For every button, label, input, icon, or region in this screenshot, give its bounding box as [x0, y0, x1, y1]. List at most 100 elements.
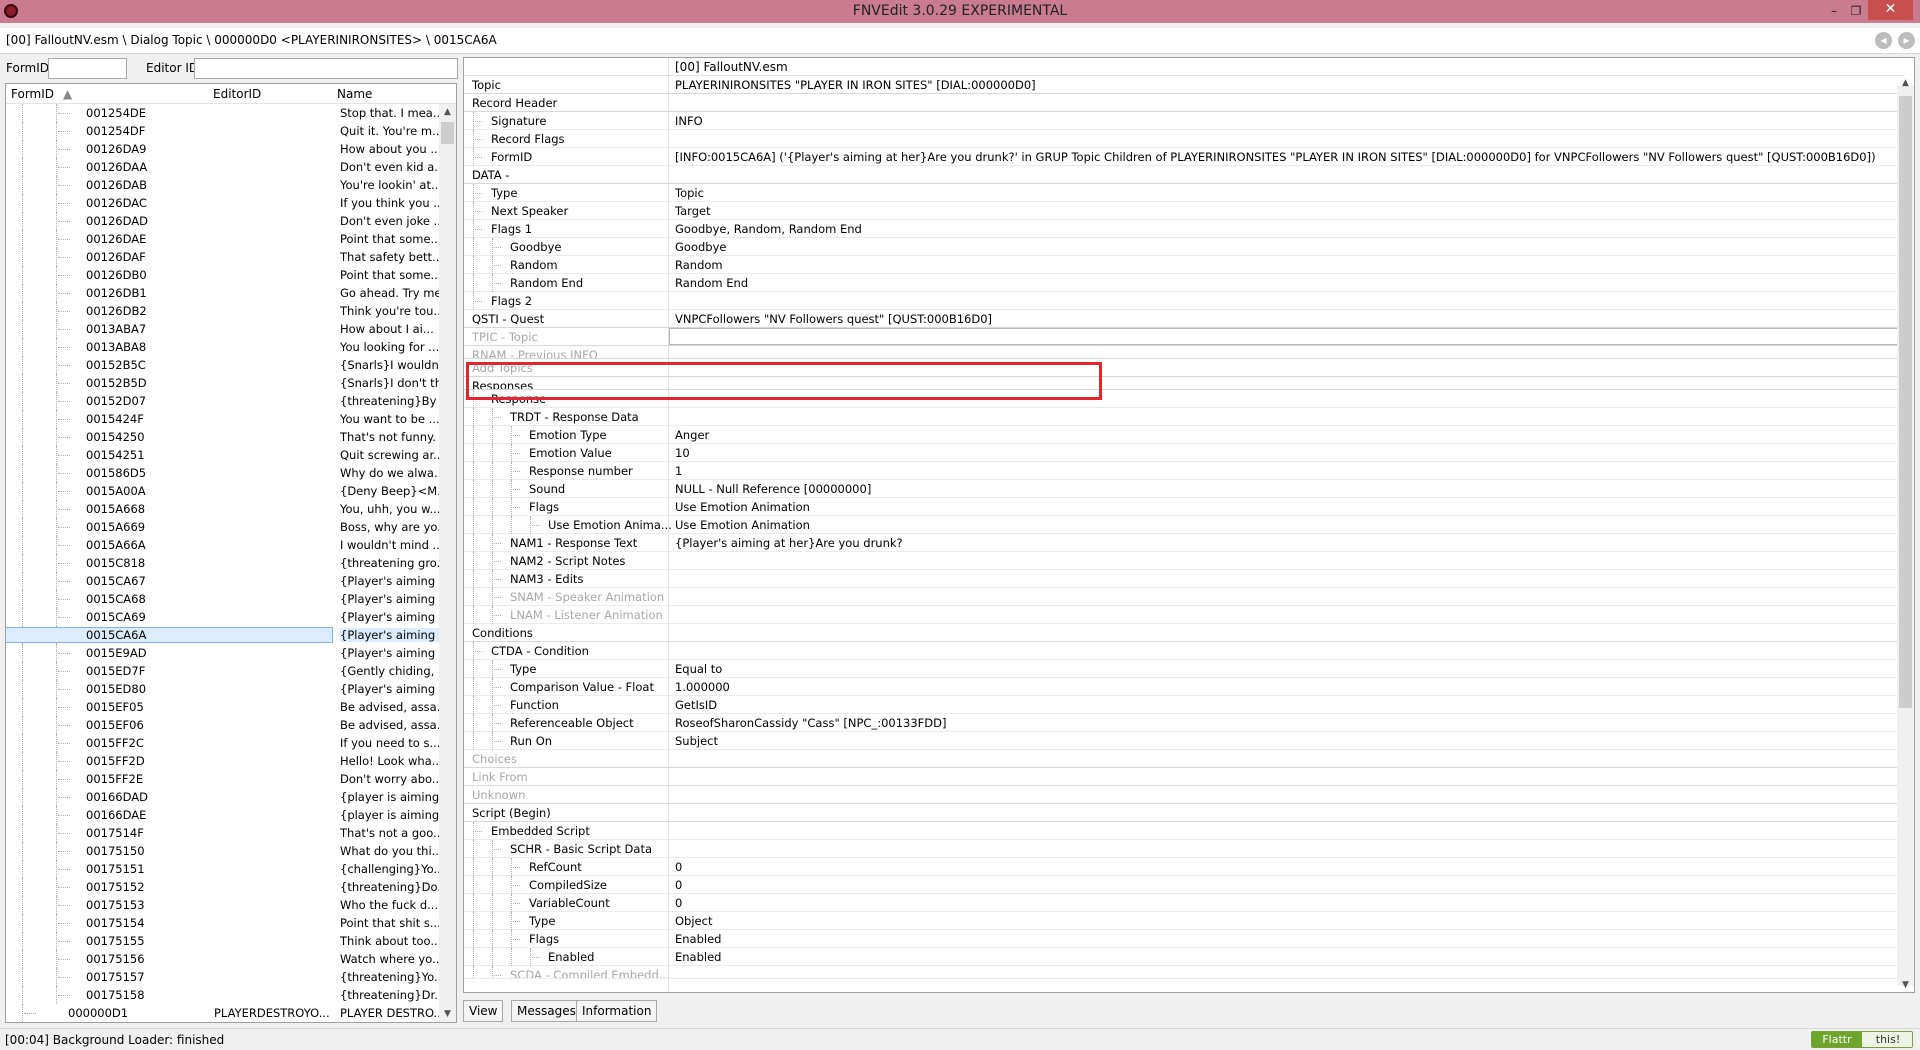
record-row[interactable]: Flags 2 [464, 292, 1900, 310]
record-row[interactable]: Emotion Type Anger [464, 426, 1900, 444]
record-row[interactable]: Unknown [464, 786, 1900, 804]
record-row[interactable]: Topic PLAYERINIRONSITES "PLAYER IN IRON S… [464, 76, 1900, 94]
record-row[interactable]: Conditions [464, 624, 1900, 642]
record-row[interactable]: Embedded Script [464, 822, 1900, 840]
record-row[interactable]: Comparison Value - Float 1.000000 [464, 678, 1900, 696]
record-row[interactable]: Signature INFO [464, 112, 1900, 130]
record-row[interactable]: NAM3 - Edits [464, 570, 1900, 588]
tree-row[interactable]: 0015CA67 {Player's aiming ... [6, 572, 456, 590]
record-value[interactable]: PLAYERINIRONSITES "PLAYER IN IRON SITES"… [675, 78, 1036, 92]
tab-information[interactable]: Information [576, 1000, 658, 1022]
record-value[interactable]: Use Emotion Animation [675, 500, 810, 514]
col-name-header[interactable]: Name [337, 87, 372, 101]
record-value[interactable]: Random End [675, 276, 748, 290]
tree-row[interactable]: 0015ED80 {Player's aiming ... [6, 680, 456, 698]
record-row[interactable]: SNAM - Speaker Animation [464, 588, 1900, 606]
record-value[interactable]: RoseofSharonCassidy "Cass" [NPC_:00133FD… [675, 716, 946, 730]
record-value[interactable]: Topic [675, 186, 704, 200]
editorid-filter-input[interactable] [194, 58, 458, 79]
record-value[interactable]: 1 [675, 464, 682, 478]
record-row[interactable]: QSTI - Quest VNPCFollowers "NV Followers … [464, 310, 1900, 328]
tree-row[interactable]: 0015A668 You, uhh, you w... [6, 500, 456, 518]
record-row[interactable]: Goodbye Goodbye [464, 238, 1900, 256]
tree-row[interactable]: 0015CA69 {Player's aiming ... [6, 608, 456, 626]
record-value[interactable]: Goodbye [675, 240, 726, 254]
tree-row[interactable]: 0015A66A I wouldn't mind ... [6, 536, 456, 554]
record-scroll-up-icon[interactable]: ▲ [1897, 78, 1914, 88]
record-row[interactable]: Type Object [464, 912, 1900, 930]
record-row[interactable]: Record Header [464, 94, 1900, 112]
record-row[interactable]: Random End Random End [464, 274, 1900, 292]
tree-row[interactable]: 0015ED7F {Gently chiding, ... [6, 662, 456, 680]
record-scroll-thumb[interactable] [1899, 96, 1912, 708]
scroll-down-icon[interactable]: ▼ [439, 1009, 456, 1019]
minimize-button[interactable]: – [1822, 2, 1846, 20]
record-row[interactable]: RefCount 0 [464, 858, 1900, 876]
tree-row[interactable]: 0013ABA7 How about I ai... [6, 320, 456, 338]
tree-row[interactable]: 0015E9AD {Player's aiming ... [6, 644, 456, 662]
record-view[interactable]: [00] FalloutNV.esm Topic PLAYERINIRONSITE… [463, 57, 1915, 993]
tree-row[interactable]: 0015424F You want to be ... [6, 410, 456, 428]
record-row[interactable]: Use Emotion Anima... Use Emotion Animatio… [464, 516, 1900, 534]
col-editorid-header[interactable]: EditorID [213, 87, 261, 101]
col-formid-header[interactable]: FormID [11, 87, 54, 101]
record-row[interactable]: Function GetIsID [464, 696, 1900, 714]
record-row[interactable]: NAM2 - Script Notes [464, 552, 1900, 570]
record-value[interactable]: Use Emotion Animation [675, 518, 810, 532]
tree-row[interactable]: 00126DA9 How about you ... [6, 140, 456, 158]
tree-row[interactable]: 0015FF2D Hello! Look wha... [6, 752, 456, 770]
tree-row[interactable]: 0015EF06 Be advised, assa... [6, 716, 456, 734]
record-row[interactable]: Enabled Enabled [464, 948, 1900, 966]
tree-row[interactable]: 00126DB0 Point that some... [6, 266, 456, 284]
tree-row[interactable]: 00166DAD {player is aiming... [6, 788, 456, 806]
record-row[interactable]: FormID [INFO:0015CA6A] ('{Player's aiming… [464, 148, 1900, 166]
record-row[interactable]: Choices [464, 750, 1900, 768]
tree-row[interactable]: 000000D1 PLAYERDESTROYO... PLAYER DESTRO..… [6, 1004, 456, 1022]
tree-row[interactable]: 0015CA68 {Player's aiming ... [6, 590, 456, 608]
tree-row[interactable]: 00154250 That's not funny. [6, 428, 456, 446]
record-value[interactable]: VNPCFollowers "NV Followers quest" [QUST… [675, 312, 992, 326]
record-row[interactable]: Flags 1 Goodbye, Random, Random End [464, 220, 1900, 238]
record-value[interactable]: Enabled [675, 932, 721, 946]
tree-row[interactable]: 00126DAB You're lookin' at... [6, 176, 456, 194]
tree-row[interactable]: 0015A00A {Deny Beep}<M... [6, 482, 456, 500]
tree-row[interactable]: 00126DAA Don't even kid a... [6, 158, 456, 176]
back-icon[interactable]: ◂ [1875, 32, 1892, 49]
tree-row[interactable]: 00154251 Quit screwing ar... [6, 446, 456, 464]
tree-row[interactable]: 00126DAE Point that some... [6, 230, 456, 248]
record-value[interactable]: GetIsID [675, 698, 717, 712]
record-value[interactable]: Subject [675, 734, 718, 748]
record-value[interactable]: 0 [675, 878, 682, 892]
tree-row[interactable]: 00126DAF That safety bett... [6, 248, 456, 266]
tree-row[interactable]: 0015A669 Boss, why are yo... [6, 518, 456, 536]
tab-view[interactable]: View [463, 1000, 504, 1022]
record-row[interactable]: TPIC - Topic [464, 328, 1900, 346]
tree-row[interactable]: 00175154 Point that shit s... [6, 914, 456, 932]
tree-row[interactable]: 0015EF05 Be advised, assa... [6, 698, 456, 716]
tree-row[interactable]: 00175157 {threatening}Yo... [6, 968, 456, 986]
record-row[interactable]: NAM1 - Response Text {Player's aiming at … [464, 534, 1900, 552]
record-value[interactable]: NULL - Null Reference [00000000] [675, 482, 871, 496]
tree-row[interactable]: 0013ABA8 You looking for ... [6, 338, 456, 356]
record-row[interactable]: Type Equal to [464, 660, 1900, 678]
scroll-up-icon[interactable]: ▲ [439, 107, 456, 117]
record-row[interactable]: VariableCount 0 [464, 894, 1900, 912]
tree-row[interactable]: 00175155 Think about too... [6, 932, 456, 950]
record-value[interactable]: [INFO:0015CA6A] ('{Player's aiming at he… [675, 150, 1876, 164]
tree-row[interactable]: 0015FF2C If you need to s... [6, 734, 456, 752]
tree-row[interactable]: 00175151 {challenging}Yo... [6, 860, 456, 878]
tree-row[interactable]: 001254DF Quit it. You're m... [6, 122, 456, 140]
tree-scrollbar[interactable]: ▲ ▼ [439, 104, 456, 1022]
record-row[interactable]: RNAM - Previous INFO [464, 346, 1900, 359]
tree-row[interactable]: 00152B5D {Snarls}I don't th... [6, 374, 456, 392]
record-row[interactable]: Next Speaker Target [464, 202, 1900, 220]
record-row[interactable]: CTDA - Condition [464, 642, 1900, 660]
tree-row[interactable]: 00175153 Who the fuck d... [6, 896, 456, 914]
record-value[interactable]: 10 [675, 446, 690, 460]
record-value[interactable]: Enabled [675, 950, 721, 964]
record-value[interactable]: {Player's aiming at her}Are you drunk? [675, 536, 903, 550]
record-value[interactable]: Random [675, 258, 723, 272]
tree-row[interactable]: 0015FF2E Don't worry abo... [6, 770, 456, 788]
record-value[interactable]: Target [675, 204, 711, 218]
maximize-button[interactable]: ❐ [1844, 2, 1868, 20]
